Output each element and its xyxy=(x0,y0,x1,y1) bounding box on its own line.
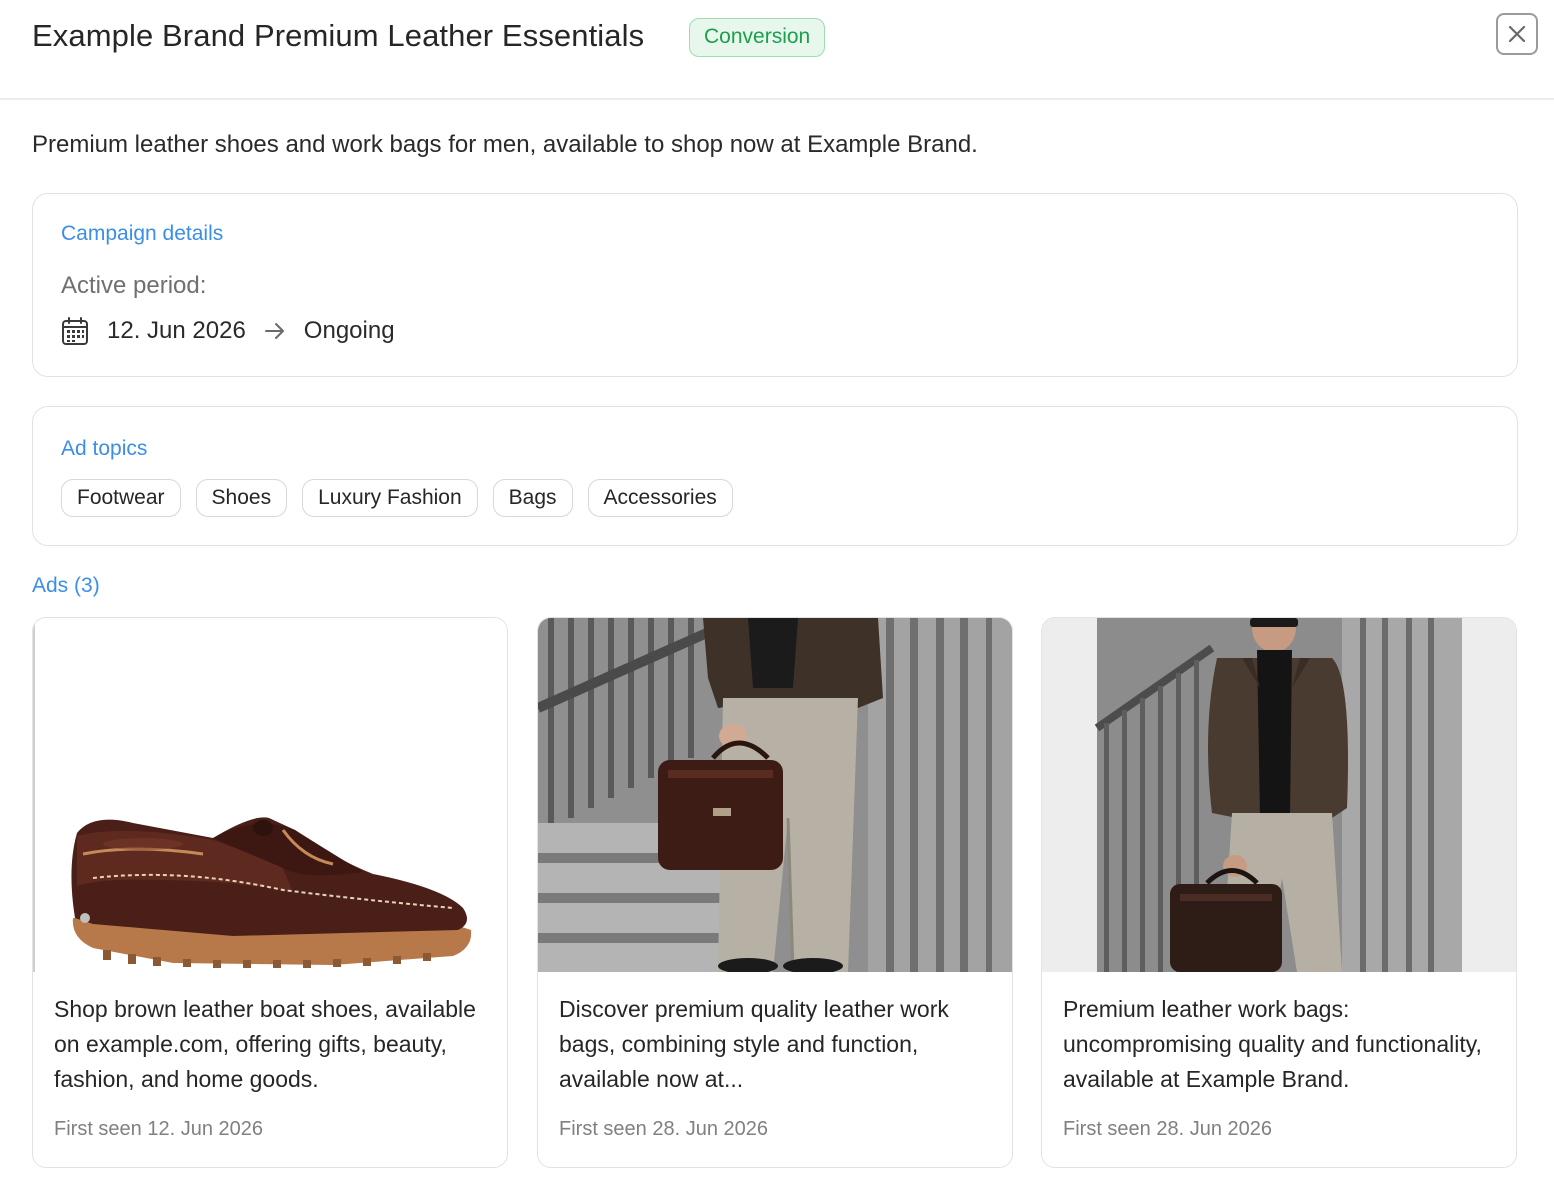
ad-text: Discover premium quality leather work ba… xyxy=(559,996,949,1092)
ad-first-seen: First seen 28. Jun 2026 xyxy=(1063,1118,1273,1140)
active-period-label: Active period: xyxy=(61,272,207,299)
ad-first-seen: First seen 28. Jun 2026 xyxy=(559,1118,769,1140)
objective-badge: Conversion xyxy=(689,18,826,57)
topic-chip-footwear[interactable]: Footwear xyxy=(61,479,181,517)
ad-first-seen: First seen 12. Jun 2026 xyxy=(54,1118,264,1140)
ad-topics-title: Ad topics xyxy=(61,437,148,460)
ad-text: Shop brown leather boat shoes, available… xyxy=(54,996,476,1092)
ad-card[interactable]: Shop brown leather boat shoes, available… xyxy=(32,617,508,1168)
active-period: 12. Jun 2026 Ongoing xyxy=(61,314,395,348)
ad-image-boat-shoe xyxy=(33,618,507,972)
period-start-date: 12. Jun 2026 xyxy=(107,317,246,344)
ad-text: Premium leather work bags: uncompromisin… xyxy=(1063,996,1482,1092)
close-button[interactable] xyxy=(1496,13,1538,55)
close-icon xyxy=(1508,25,1526,43)
campaign-details-card: Campaign details Active period: 12. Jun … xyxy=(32,193,1518,377)
modal-header: Example Brand Premium Leather Essentials… xyxy=(0,0,1554,100)
ad-card[interactable]: Premium leather work bags: uncompromisin… xyxy=(1041,617,1517,1168)
topic-chip-accessories[interactable]: Accessories xyxy=(587,479,733,517)
ad-image-bag-on-stairs xyxy=(538,618,1012,972)
ad-topics-card: Ad topics Footwear Shoes Luxury Fashion … xyxy=(32,406,1518,546)
calendar-icon xyxy=(61,315,91,347)
arrow-right-icon xyxy=(264,320,286,342)
topic-chip-luxury-fashion[interactable]: Luxury Fashion xyxy=(302,479,478,517)
topic-chip-bags[interactable]: Bags xyxy=(492,479,573,517)
ad-card[interactable]: Discover premium quality leather work ba… xyxy=(537,617,1013,1168)
campaign-details-title: Campaign details xyxy=(61,222,224,245)
ad-image-man-leather-jacket xyxy=(1042,618,1516,972)
topic-chip-shoes[interactable]: Shoes xyxy=(195,479,288,517)
campaign-description: Premium leather shoes and work bags for … xyxy=(32,131,978,158)
ads-section-title: Ads (3) xyxy=(32,574,100,597)
page-title: Example Brand Premium Leather Essentials xyxy=(32,18,645,53)
topic-chips: Footwear Shoes Luxury Fashion Bags Acces… xyxy=(61,479,733,517)
period-end: Ongoing xyxy=(303,317,395,344)
